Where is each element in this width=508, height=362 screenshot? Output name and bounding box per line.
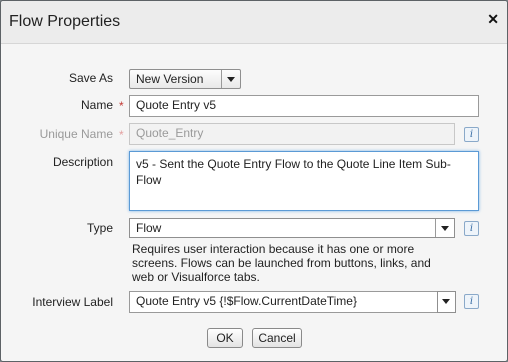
type-select[interactable]: Flow bbox=[129, 218, 455, 238]
interview-label-input[interactable]: Quote Entry v5 {!$Flow.CurrentDateTime} bbox=[129, 291, 437, 313]
chevron-down-icon bbox=[221, 70, 240, 88]
type-help-text: Requires user interaction because it has… bbox=[132, 242, 431, 284]
type-value: Flow bbox=[136, 221, 162, 235]
chevron-down-icon bbox=[435, 219, 454, 237]
required-icon: * bbox=[119, 128, 124, 142]
save-as-value: New Version bbox=[136, 72, 204, 86]
info-icon[interactable]: i bbox=[464, 221, 479, 236]
flow-properties-dialog: Flow Properties ✕ Save As New Version Na… bbox=[0, 0, 508, 362]
interview-label-dropdown-button[interactable] bbox=[437, 291, 456, 313]
info-icon[interactable]: i bbox=[464, 294, 479, 309]
save-as-label: Save As bbox=[68, 71, 113, 85]
type-label: Type bbox=[86, 221, 113, 235]
save-as-select[interactable]: New Version bbox=[129, 69, 241, 89]
dialog-titlebar: Flow Properties ✕ bbox=[1, 1, 507, 44]
description-textarea[interactable] bbox=[129, 151, 479, 211]
description-label: Description bbox=[52, 155, 113, 169]
info-icon[interactable]: i bbox=[464, 127, 479, 142]
unique-name-input: Quote_Entry bbox=[129, 123, 455, 145]
ok-button[interactable]: OK bbox=[207, 328, 243, 348]
interview-label-label: Interview Label bbox=[32, 295, 113, 309]
name-label: Name bbox=[80, 98, 113, 112]
name-input[interactable]: Quote Entry v5 bbox=[129, 95, 479, 117]
required-icon: * bbox=[119, 99, 124, 113]
dialog-title: Flow Properties bbox=[9, 13, 121, 30]
cancel-button[interactable]: Cancel bbox=[252, 328, 302, 348]
unique-name-label: Unique Name bbox=[39, 127, 113, 141]
chevron-down-icon bbox=[437, 292, 455, 312]
close-icon[interactable]: ✕ bbox=[487, 11, 499, 28]
